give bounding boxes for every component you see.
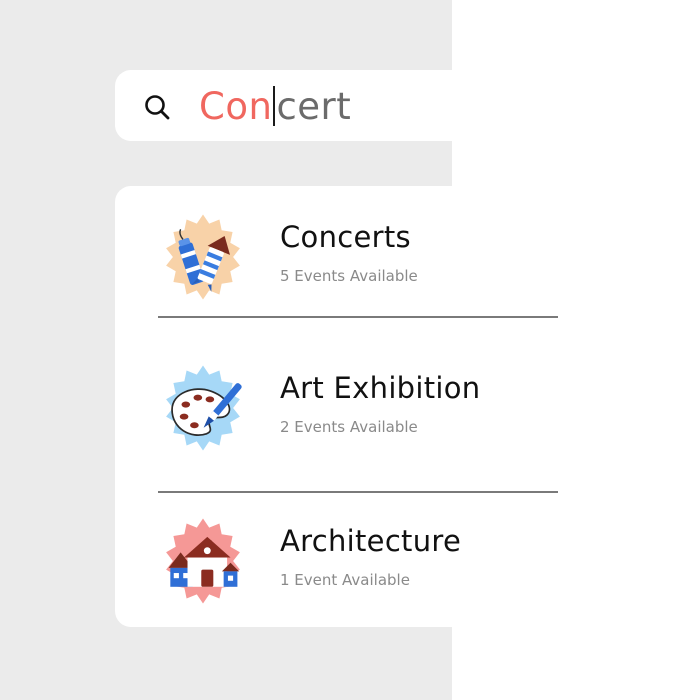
result-title[interactable]: Concerts — [280, 220, 411, 254]
result-subtitle: 2 Events Available — [280, 418, 418, 436]
result-subtitle: 1 Event Available — [280, 571, 410, 589]
search-autocomplete-text: cert — [276, 84, 352, 128]
list-divider — [158, 491, 558, 493]
paint-palette-icon — [166, 365, 242, 451]
result-title[interactable]: Art Exhibition — [280, 371, 481, 405]
search-icon[interactable] — [142, 92, 172, 122]
result-subtitle: 5 Events Available — [280, 267, 418, 285]
list-divider — [158, 316, 558, 318]
fireworks-rocket-icon — [166, 214, 240, 300]
search-typed-text: Con — [199, 84, 273, 128]
search-input[interactable]: Con cert — [199, 82, 351, 130]
result-title[interactable]: Architecture — [280, 524, 461, 558]
text-caret — [273, 86, 276, 126]
houses-icon — [166, 518, 240, 604]
